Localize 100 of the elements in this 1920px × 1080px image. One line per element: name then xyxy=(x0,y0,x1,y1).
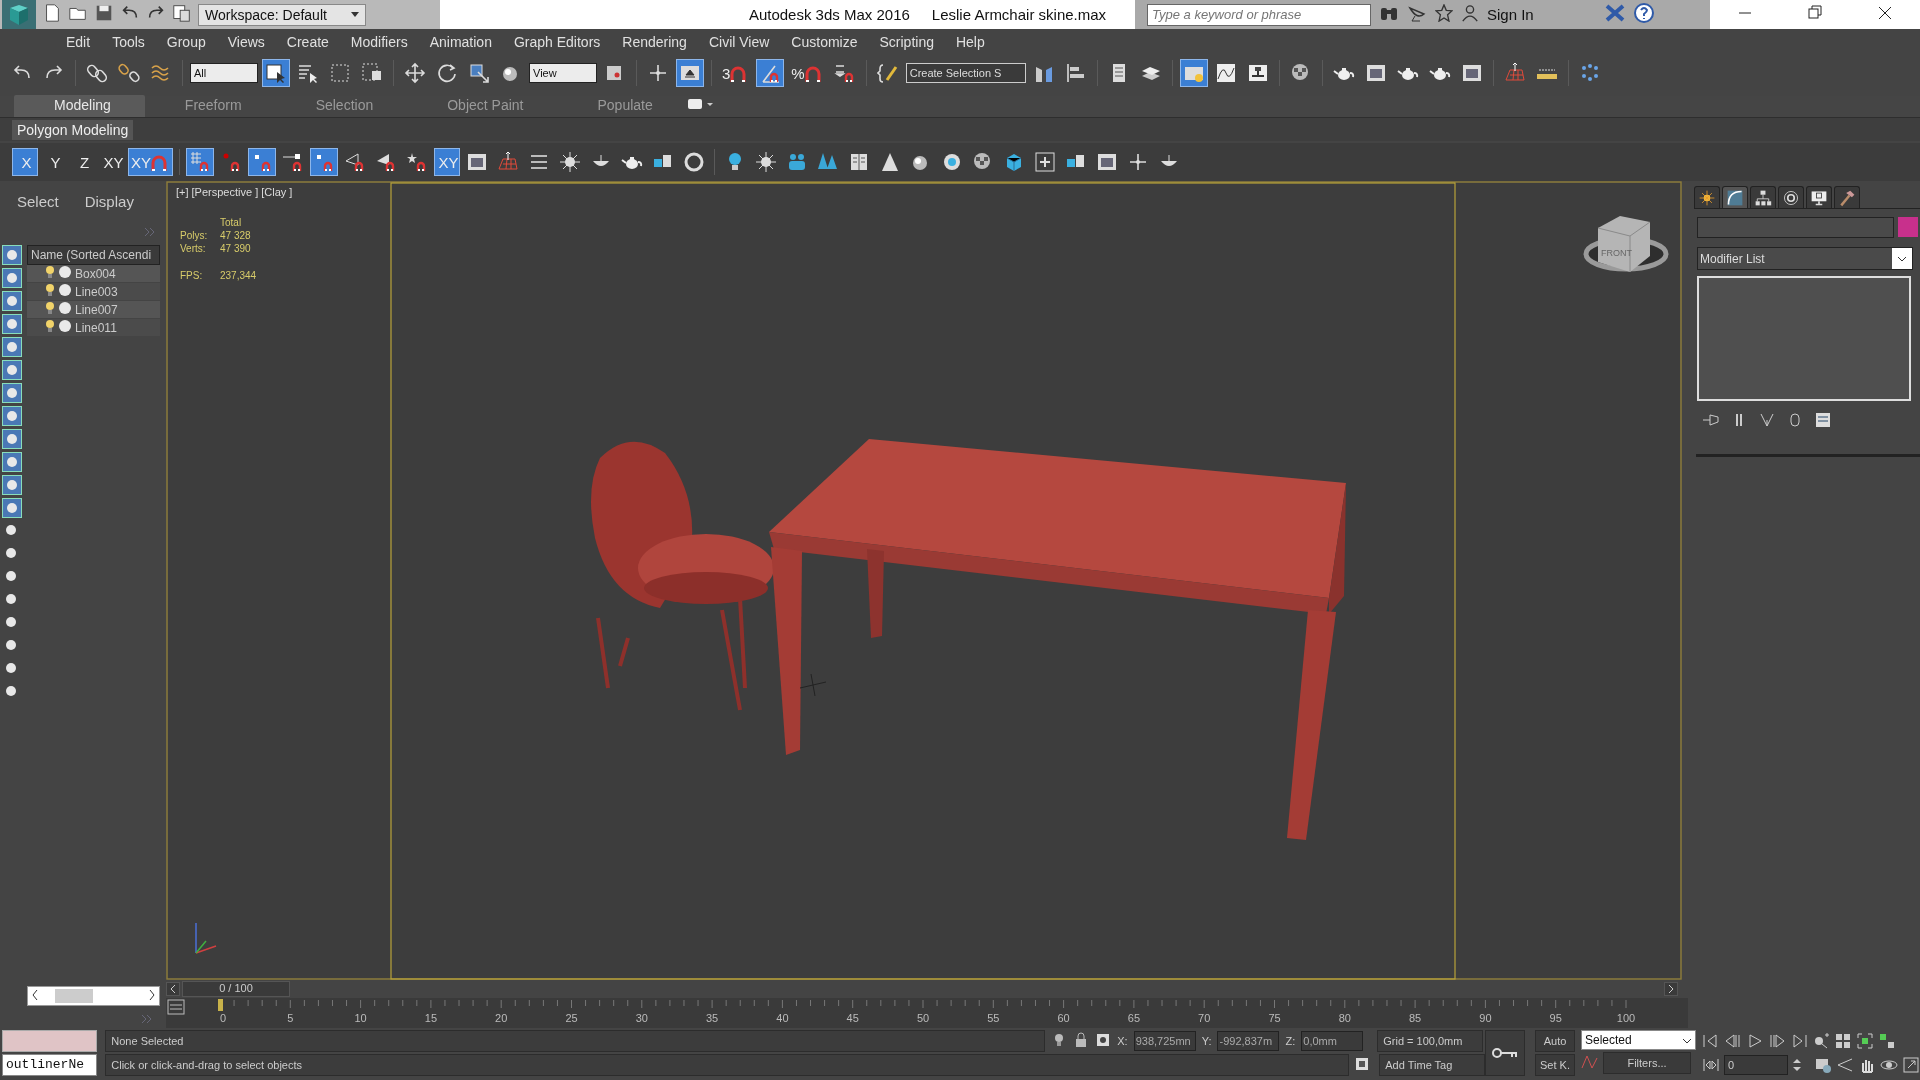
grid-magnet-icon[interactable] xyxy=(186,148,214,176)
modifier-stack[interactable] xyxy=(1697,276,1911,401)
menu-item[interactable]: Scripting xyxy=(868,33,945,50)
set-key-mode-button[interactable]: Set K. xyxy=(1535,1054,1575,1076)
go-to-start-icon[interactable] xyxy=(1702,1032,1720,1050)
menu-item[interactable]: Graph Editors xyxy=(502,33,612,50)
menu-item[interactable]: Group xyxy=(155,33,217,50)
zoom-icon[interactable] xyxy=(1812,1032,1830,1050)
color-swatch[interactable] xyxy=(1898,217,1918,237)
snap-toggle-button[interactable]: 3 xyxy=(719,59,753,87)
square-magnet-icon[interactable] xyxy=(248,148,276,176)
menu-item[interactable]: Modifiers xyxy=(339,33,419,50)
dropdown[interactable]: All xyxy=(190,63,258,83)
menu-item[interactable]: Customize xyxy=(780,33,869,50)
menu-item[interactable]: Create xyxy=(275,33,340,50)
caret-icon[interactable] xyxy=(1682,1038,1692,1044)
filter-toggle-icon[interactable] xyxy=(2,452,22,472)
zoom-all-icon[interactable] xyxy=(1834,1032,1852,1050)
frame-field[interactable]: 0 xyxy=(1724,1055,1788,1075)
filter-toggle-icon[interactable] xyxy=(2,245,22,265)
next-frame-icon[interactable] xyxy=(1768,1032,1786,1050)
caret-icon[interactable] xyxy=(1897,255,1907,262)
maximize-viewport-icon[interactable] xyxy=(1902,1056,1920,1074)
column-header[interactable]: Name (Sorted Ascendi xyxy=(27,245,160,265)
snap-toggle-button[interactable]: XY xyxy=(128,148,173,176)
filter-toggle-icon[interactable] xyxy=(2,360,22,380)
modifier-list-dropdown[interactable]: Modifier List xyxy=(1697,247,1913,270)
time-slider-thumb[interactable]: 0 / 100 xyxy=(182,981,290,997)
filter-toggle-icon[interactable] xyxy=(2,475,22,495)
scroll-left-icon[interactable] xyxy=(32,989,38,1003)
filter-toggle-icon[interactable] xyxy=(2,291,22,311)
search-field[interactable]: Type a keyword or phrase xyxy=(1147,3,1371,26)
filters-button[interactable]: Filters... xyxy=(1603,1052,1691,1074)
set-key-button[interactable] xyxy=(1485,1030,1525,1076)
viewport-menu-label[interactable]: [+] xyxy=(176,186,189,198)
add-time-tag-button[interactable]: Add Time Tag xyxy=(1379,1054,1486,1076)
filter-toggle-icon[interactable] xyxy=(2,314,22,334)
horizontal-scrollbar[interactable] xyxy=(27,986,160,1006)
maxscript-field[interactable]: outlinerNe xyxy=(2,1054,98,1076)
menu-item[interactable]: Civil View xyxy=(697,33,781,50)
axis-button[interactable]: Z xyxy=(70,148,96,176)
star-icon[interactable] xyxy=(1435,4,1453,25)
filter-toggle-icon[interactable] xyxy=(2,498,22,518)
previous-frame-icon[interactable] xyxy=(1724,1032,1742,1050)
coordinate-field[interactable]: 938,725mn xyxy=(1133,1031,1196,1051)
ribbon-panel-label[interactable]: Polygon Modeling xyxy=(12,119,134,140)
chevron-right-icon[interactable] xyxy=(1668,985,1674,993)
panel-tab[interactable]: Display xyxy=(84,193,134,225)
menu-item[interactable]: Edit xyxy=(55,33,102,50)
sign-in-link[interactable]: Sign In xyxy=(1487,6,1597,23)
satellite-dish-icon[interactable] xyxy=(1407,4,1427,25)
key-icon[interactable] xyxy=(1492,1047,1519,1059)
select-cursor-icon[interactable] xyxy=(262,59,290,87)
menu-item[interactable]: Tools xyxy=(101,33,156,50)
key-mode-icon[interactable] xyxy=(1702,1056,1720,1074)
axis-button[interactable]: Y xyxy=(41,148,67,176)
coordinate-field[interactable]: -992,837m xyxy=(1217,1031,1280,1051)
filter-toggle-icon[interactable] xyxy=(2,337,22,357)
workspace-dropdown[interactable]: Workspace: Default xyxy=(198,3,366,26)
file-name: Leslie Armchair skine.max xyxy=(931,6,1107,23)
field-of-view-icon[interactable] xyxy=(1836,1056,1854,1074)
time-config-icon[interactable] xyxy=(1814,1056,1832,1074)
viewcube-drawing[interactable] xyxy=(1583,216,1669,273)
key-filter-dropdown[interactable]: Selected xyxy=(1581,1030,1696,1050)
frame-number: 30 xyxy=(635,1012,648,1024)
name-field[interactable] xyxy=(1697,217,1894,238)
filter-toggle-icon[interactable] xyxy=(2,429,22,449)
axis-button[interactable]: X xyxy=(12,148,38,176)
axis-button[interactable]: XY xyxy=(434,148,460,176)
filter-toggle-icon[interactable] xyxy=(2,383,22,403)
angle-snap-icon[interactable] xyxy=(756,59,785,87)
menu-item[interactable]: Views xyxy=(216,33,276,50)
zoom-extents-icon[interactable] xyxy=(1856,1032,1874,1050)
chevron-left-icon[interactable] xyxy=(170,985,176,993)
caret-icon[interactable] xyxy=(351,12,359,17)
previous-frame-button[interactable] xyxy=(166,982,180,996)
next-frame-button[interactable] xyxy=(1664,982,1678,996)
arrow-box-icon[interactable] xyxy=(676,59,704,87)
filter-toggle-icon[interactable] xyxy=(2,268,22,288)
dropdown[interactable]: Create Selection S xyxy=(905,63,1026,83)
ribbon-tab[interactable]: Modeling xyxy=(14,95,145,117)
filter-toggle-icon[interactable] xyxy=(2,406,22,426)
axis-button[interactable]: XY xyxy=(99,148,125,176)
play-icon[interactable] xyxy=(1746,1032,1764,1050)
menu-item[interactable]: Animation xyxy=(418,33,503,50)
zoom-extents-all-icon[interactable] xyxy=(1878,1032,1896,1050)
app-logo-icon[interactable] xyxy=(2,0,36,29)
auto-key-button[interactable]: Auto xyxy=(1535,1030,1575,1052)
square-magnet-icon[interactable] xyxy=(310,148,338,176)
dropdown[interactable]: View xyxy=(529,63,597,83)
scroll-right-icon[interactable] xyxy=(149,989,155,1003)
folder-icon[interactable] xyxy=(1179,59,1208,87)
panel-tab[interactable]: Select xyxy=(17,193,59,225)
menu-item[interactable]: Rendering xyxy=(611,33,698,50)
go-to-end-icon[interactable] xyxy=(1790,1032,1808,1050)
snap-toggle-button[interactable]: % xyxy=(788,59,827,87)
menu-item[interactable]: Help xyxy=(944,33,996,50)
viewport-menu-label[interactable]: [Clay ] xyxy=(261,186,293,198)
coordinate-field[interactable]: 0,0mm xyxy=(1301,1031,1364,1051)
viewport-menu-label[interactable]: [Perspective ] xyxy=(191,186,259,198)
